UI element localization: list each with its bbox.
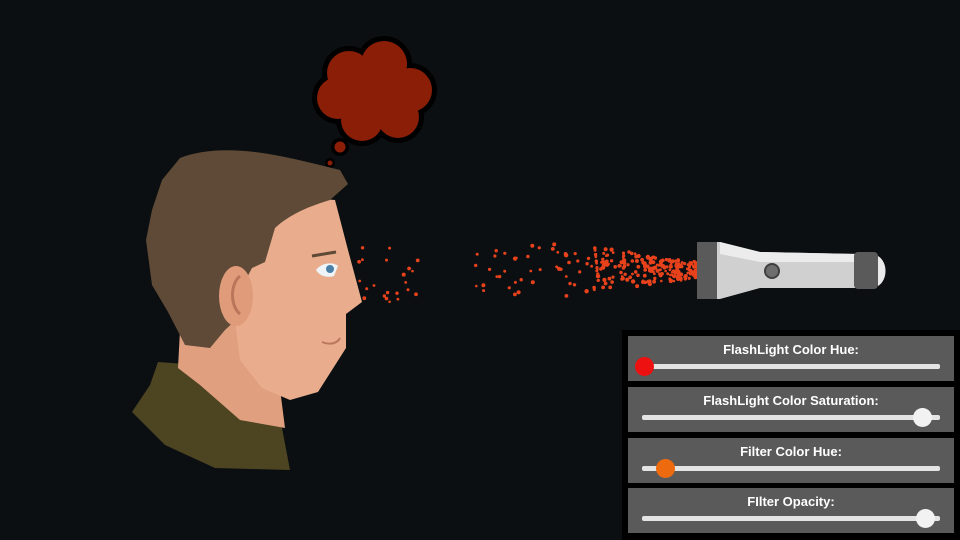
filter-opacity-label: FIlter Opacity: [747, 494, 835, 509]
flashlight-saturation-label: FlashLight Color Saturation: [703, 393, 879, 408]
filter-hue-control: Filter Color Hue: [628, 438, 954, 483]
filter-hue-label: Filter Color Hue: [740, 444, 842, 459]
eye-iris [326, 265, 334, 273]
person-illustration [132, 150, 362, 470]
thought-cloud [312, 36, 437, 146]
flashlight-hue-slider-thumb[interactable] [635, 357, 655, 376]
flashlight-saturation-slider[interactable] [642, 408, 940, 427]
flashlight-hue-slider[interactable] [635, 357, 940, 376]
filter-opacity-slider-thumb[interactable] [915, 509, 935, 528]
flashlight-hue-control: FlashLight Color Hue: [628, 336, 954, 381]
flashlight [697, 242, 886, 299]
flashlight-hue-label: FlashLight Color Hue: [723, 342, 859, 357]
filter-opacity-control: FIlter Opacity: [628, 488, 954, 533]
control-panel: FlashLight Color Hue: FlashLight Color S… [622, 330, 960, 540]
flashlight-saturation-slider-thumb[interactable] [912, 408, 932, 427]
thought-bubble [312, 36, 437, 168]
ear [219, 266, 253, 326]
filter-hue-slider-thumb[interactable] [656, 459, 676, 478]
filter-opacity-slider[interactable] [642, 509, 940, 528]
flashlight-tail [854, 252, 878, 289]
flashlight-switch [764, 263, 780, 279]
thought-dot-large [334, 141, 346, 153]
flashlight-saturation-control: FlashLight Color Saturation: [628, 387, 954, 432]
filter-hue-slider[interactable] [642, 459, 940, 478]
light-particles [357, 242, 700, 304]
flashlight-cap [878, 256, 886, 286]
thought-dot-small [327, 160, 333, 166]
